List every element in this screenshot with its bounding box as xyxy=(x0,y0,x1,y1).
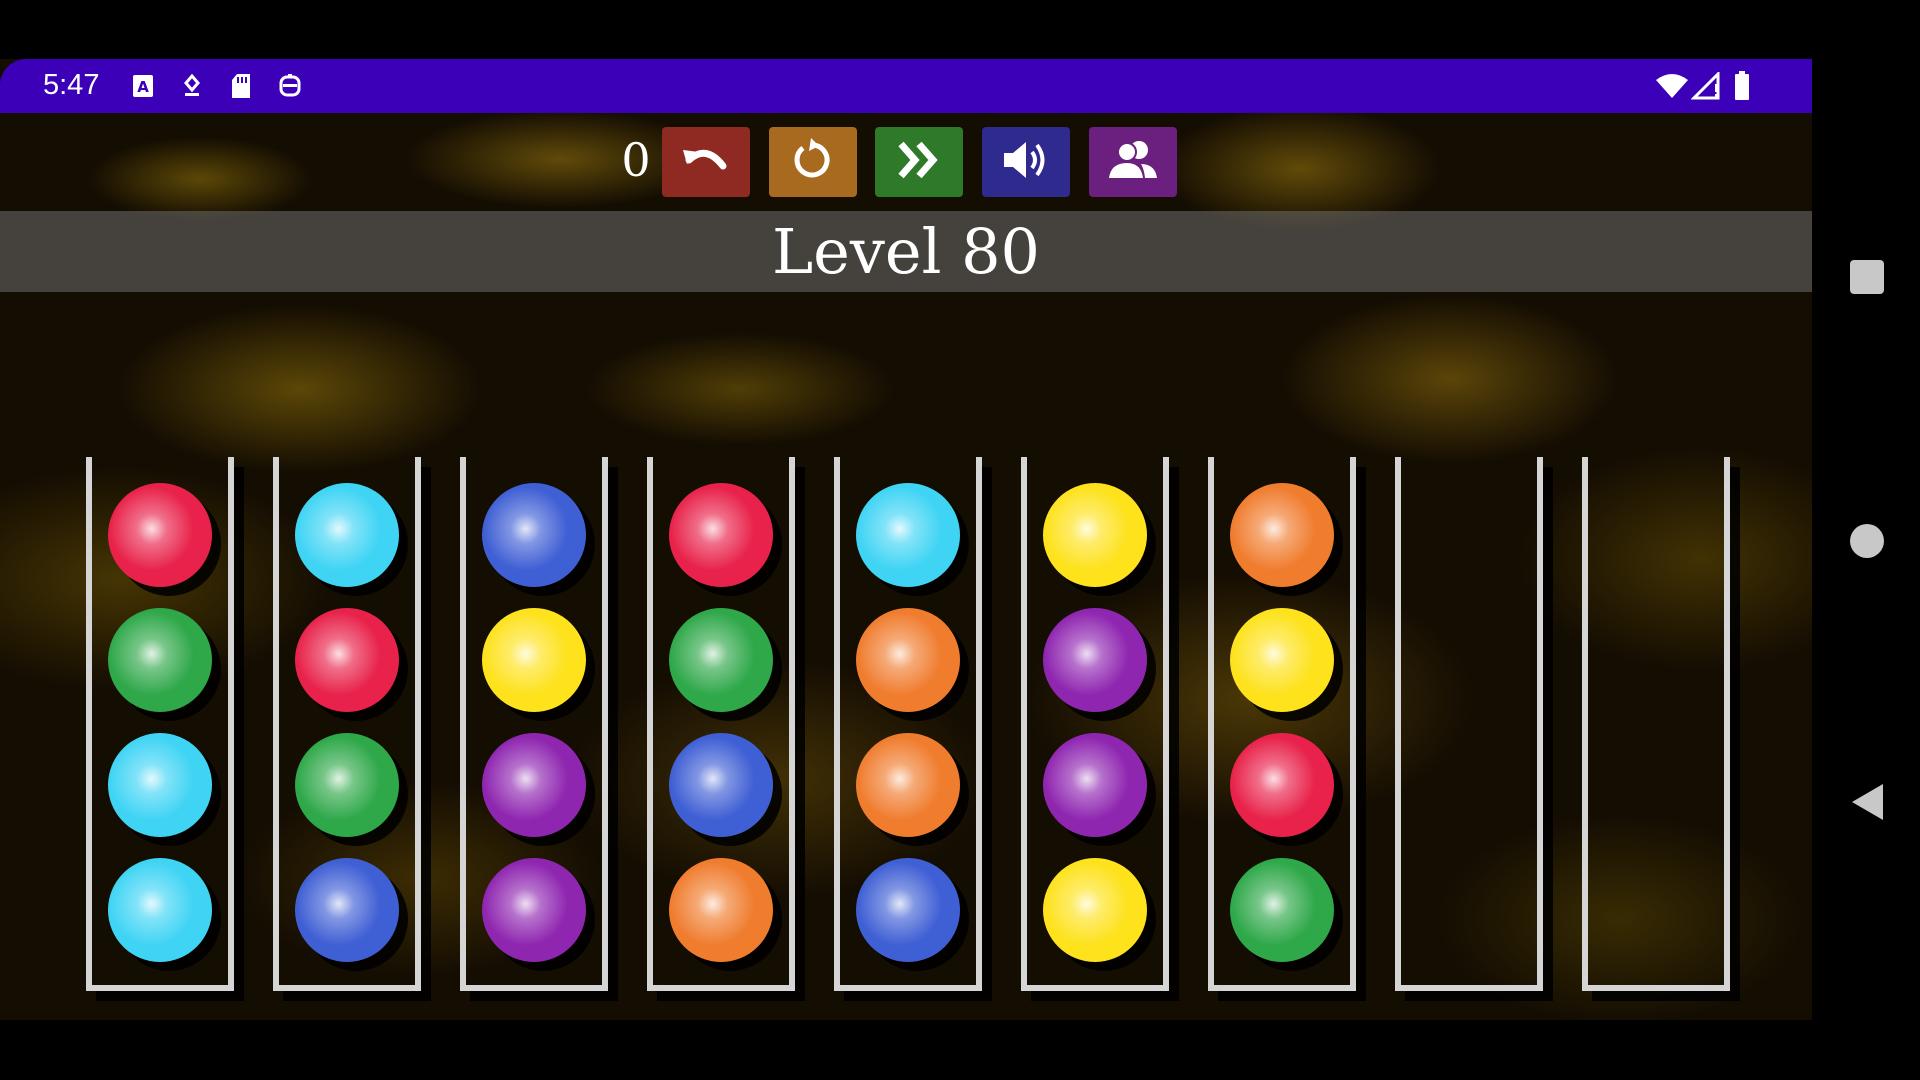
tube-5[interactable] xyxy=(834,457,982,991)
cyan-ball[interactable] xyxy=(108,733,212,837)
green-ball[interactable] xyxy=(669,608,773,712)
recents-button[interactable] xyxy=(1849,259,1885,299)
restart-icon xyxy=(791,138,835,186)
undo-button[interactable] xyxy=(662,127,750,197)
red-ball[interactable] xyxy=(295,608,399,712)
robot-face-icon xyxy=(277,73,303,99)
green-ball[interactable] xyxy=(108,608,212,712)
recents-square-icon xyxy=(1849,260,1885,299)
tube-2[interactable] xyxy=(273,457,421,991)
tube-8[interactable] xyxy=(1395,457,1543,991)
skip-level-icon xyxy=(897,140,941,184)
green-ball[interactable] xyxy=(295,733,399,837)
tube-3[interactable] xyxy=(460,457,608,991)
yellow-ball[interactable] xyxy=(482,608,586,712)
tube-7[interactable] xyxy=(1208,457,1356,991)
undo-icon xyxy=(681,140,731,184)
blue-ball[interactable] xyxy=(669,733,773,837)
yellow-ball[interactable] xyxy=(1230,608,1334,712)
wifi-icon xyxy=(1655,73,1689,99)
red-ball[interactable] xyxy=(108,483,212,587)
level-title: Level 80 xyxy=(771,215,1040,288)
green-ball[interactable] xyxy=(1230,858,1334,962)
sound-toggle-button[interactable] xyxy=(982,127,1070,197)
cell-signal-icon xyxy=(1691,72,1721,100)
orange-ball[interactable] xyxy=(856,733,960,837)
back-button[interactable] xyxy=(1849,782,1885,826)
tube-6[interactable] xyxy=(1021,457,1169,991)
move-counter: 0 xyxy=(621,133,651,187)
players-button[interactable] xyxy=(1089,127,1177,197)
battery-icon xyxy=(1732,71,1752,100)
cyan-ball[interactable] xyxy=(295,483,399,587)
purple-ball[interactable] xyxy=(1043,733,1147,837)
red-ball[interactable] xyxy=(669,483,773,587)
yellow-ball[interactable] xyxy=(1043,858,1147,962)
tube-9[interactable] xyxy=(1582,457,1730,991)
location-pin-icon xyxy=(179,73,205,99)
home-button[interactable] xyxy=(1849,523,1885,563)
purple-ball[interactable] xyxy=(1043,608,1147,712)
blue-ball[interactable] xyxy=(482,483,586,587)
orange-ball[interactable] xyxy=(856,608,960,712)
blue-ball[interactable] xyxy=(856,858,960,962)
red-ball[interactable] xyxy=(1230,733,1334,837)
status-bar: 5:47 A xyxy=(0,59,1812,113)
restart-button[interactable] xyxy=(769,127,857,197)
cyan-ball[interactable] xyxy=(108,858,212,962)
sd-card-icon xyxy=(228,73,254,99)
sound-icon xyxy=(1002,138,1050,186)
a-badge-icon: A xyxy=(130,73,156,99)
cyan-ball[interactable] xyxy=(856,483,960,587)
tube-1[interactable] xyxy=(86,457,234,991)
purple-ball[interactable] xyxy=(482,858,586,962)
home-circle-icon xyxy=(1849,524,1885,563)
level-banner: Level 80 xyxy=(0,211,1812,292)
orange-ball[interactable] xyxy=(669,858,773,962)
purple-ball[interactable] xyxy=(482,733,586,837)
blue-ball[interactable] xyxy=(295,858,399,962)
players-icon xyxy=(1107,140,1159,184)
orange-ball[interactable] xyxy=(1230,483,1334,587)
back-triangle-icon xyxy=(1849,784,1885,826)
skip-level-button[interactable] xyxy=(875,127,963,197)
yellow-ball[interactable] xyxy=(1043,483,1147,587)
tube-4[interactable] xyxy=(647,457,795,991)
status-clock: 5:47 xyxy=(43,69,100,101)
svg-text:A: A xyxy=(137,78,149,96)
